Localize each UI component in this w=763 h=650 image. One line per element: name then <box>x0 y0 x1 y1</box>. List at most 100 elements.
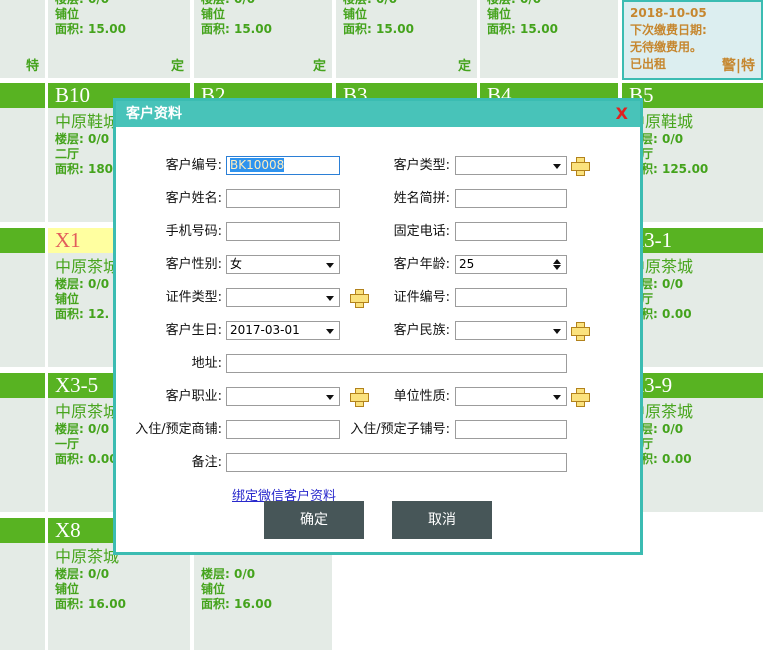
gutter-row2 <box>0 83 45 222</box>
info-line: 下次缴费日期: <box>630 22 755 39</box>
chevron-down-icon <box>553 395 561 400</box>
gutter-row3-bar <box>0 228 45 253</box>
customer-info-dialog: 客户资料 X 客户编号: BK10008 客户类型: 客户姓名: 姓名简拼: 手… <box>113 98 643 555</box>
cell-line: 面积: 16.00 <box>201 597 332 612</box>
shop-label: 入住/预定商铺: <box>116 420 222 439</box>
cell-line: 铺位 <box>55 7 190 22</box>
cell-line: 面积: 15.00 <box>55 22 190 37</box>
chevron-down-icon <box>553 164 561 169</box>
cell-line: 楼层: 0/0 <box>629 277 763 292</box>
close-icon[interactable]: X <box>616 105 628 123</box>
chevron-down-icon <box>553 329 561 334</box>
ok-button[interactable]: 确定 <box>264 501 364 539</box>
cell-line: 铺位 <box>201 582 332 597</box>
add-ethnicity-button[interactable] <box>571 322 588 339</box>
cell-line: 楼层: 0/0 <box>55 0 190 7</box>
ethnicity-select[interactable] <box>455 321 567 340</box>
cell-line: 铺位 <box>55 582 190 597</box>
customer-type-label: 客户类型: <box>266 156 450 175</box>
cell-line: 楼层: 0/0 <box>55 567 190 582</box>
shop-cell-top-2[interactable]: 楼层: 0/0 铺位 面积: 15.00 定 <box>194 0 332 78</box>
customer-no-label: 客户编号: <box>116 156 222 175</box>
cell-line: 楼层: 0/0 <box>629 132 763 147</box>
shop-cell-top-1[interactable]: 楼层: 0/0 铺位 面积: 15.00 定 <box>48 0 190 78</box>
gutter-row1: 特 <box>0 0 45 78</box>
id-no-input[interactable] <box>455 288 567 307</box>
id-type-label: 证件类型: <box>116 288 222 307</box>
occupation-label: 客户职业: <box>116 387 222 406</box>
spinner-up-icon[interactable] <box>553 259 561 264</box>
cell-line: 面积: 125.00 <box>629 162 763 177</box>
shop-cell-top-3[interactable]: 楼层: 0/0 铺位 面积: 15.00 定 <box>336 0 477 78</box>
cell-line: 面积: 15.00 <box>201 22 332 37</box>
address-label: 地址: <box>116 354 222 373</box>
cell-line: 楼层: 0/0 <box>201 0 332 7</box>
ethnicity-label: 客户民族: <box>266 321 450 340</box>
cancel-button[interactable]: 取消 <box>392 501 492 539</box>
customer-type-select[interactable] <box>455 156 567 175</box>
cell-line: 楼层: 0/0 <box>487 0 618 7</box>
cell-status: 定 <box>458 55 471 74</box>
spinner-down-icon[interactable] <box>553 265 561 270</box>
phone-label: 固定电话: <box>266 222 450 241</box>
info-line: 无待缴费用。 <box>630 39 755 56</box>
gutter-row3 <box>0 228 45 367</box>
cell-line: 面积: 15.00 <box>343 22 477 37</box>
cell-line: 铺位 <box>343 7 477 22</box>
remark-label: 备注: <box>116 453 222 472</box>
alert-badge: 警|特 <box>722 55 755 75</box>
name-pinyin-label: 姓名简拼: <box>266 189 450 208</box>
sub-shop-label: 入住/预定子铺号: <box>266 420 450 439</box>
app-stage: 特 楼层: 0/0 铺位 面积: 15.00 定 楼层: 0/0 铺位 面积: … <box>0 0 763 650</box>
add-unit-nature-button[interactable] <box>571 388 588 405</box>
cell-line: 铺位 <box>201 7 332 22</box>
cell-line: 一厅 <box>629 292 763 307</box>
shop-cell-B5[interactable]: B5 中原鞋城 楼层: 0/0 二厅 面积: 125.00 <box>622 83 763 222</box>
cell-line: 一厅 <box>629 437 763 452</box>
cell-line: 面积: 16.00 <box>55 597 190 612</box>
shop-title: 中原鞋城 <box>629 111 763 132</box>
gutter-row4-bar <box>0 373 45 398</box>
gender-label: 客户性别: <box>116 255 222 274</box>
address-input[interactable] <box>226 354 567 373</box>
shop-id: B5 <box>622 83 763 108</box>
birthday-label: 客户生日: <box>116 321 222 340</box>
shop-id: X3-1 <box>622 228 763 253</box>
remark-input[interactable] <box>226 453 567 472</box>
shop-id: X3-9 <box>622 373 763 398</box>
shop-cell-X3-9[interactable]: X3-9 中原茶城 楼层: 0/0 一厅 面积: 0.00 <box>622 373 763 512</box>
dialog-body: 客户编号: BK10008 客户类型: 客户姓名: 姓名简拼: 手机号码: 固定… <box>116 127 640 552</box>
cell-line: 铺位 <box>487 7 618 22</box>
customer-name-label: 客户姓名: <box>116 189 222 208</box>
cell-line: 面积: 0.00 <box>629 307 763 322</box>
cell-line: 楼层: 0/0 <box>343 0 477 7</box>
age-stepper[interactable]: 25 <box>455 255 567 274</box>
age-label: 客户年龄: <box>266 255 450 274</box>
shop-cell-top-4[interactable]: 楼层: 0/0 铺位 面积: 15.00 <box>480 0 618 78</box>
dialog-title: 客户资料 <box>116 101 640 127</box>
phone-input[interactable] <box>455 222 567 241</box>
cell-line: 面积: 15.00 <box>487 22 618 37</box>
next-payment-date: 2018-10-05 <box>630 5 755 22</box>
add-customer-type-button[interactable] <box>571 157 588 174</box>
mobile-label: 手机号码: <box>116 222 222 241</box>
cell-line: 二厅 <box>629 147 763 162</box>
gutter-row4 <box>0 373 45 512</box>
sub-shop-input[interactable] <box>455 420 567 439</box>
payment-info-cell[interactable]: 2018-10-05 下次缴费日期: 无待缴费用。 已出租 警|特 <box>622 0 763 80</box>
cell-line: 面积: 0.00 <box>629 452 763 467</box>
cell-line: 楼层: 0/0 <box>629 422 763 437</box>
name-pinyin-input[interactable] <box>455 189 567 208</box>
gutter-row5 <box>0 518 45 650</box>
id-no-label: 证件编号: <box>266 288 450 307</box>
unit-nature-select[interactable] <box>455 387 567 406</box>
unit-nature-label: 单位性质: <box>266 387 450 406</box>
gutter-row2-bar <box>0 83 45 108</box>
cell-line: 楼层: 0/0 <box>201 567 332 582</box>
cell-status: 定 <box>171 55 184 74</box>
gutter-row1-label: 特 <box>26 55 39 74</box>
shop-title: 中原茶城 <box>629 401 763 422</box>
shop-title: 中原茶城 <box>629 256 763 277</box>
gutter-row5-bar <box>0 518 45 543</box>
shop-cell-X3-1[interactable]: X3-1 中原茶城 楼层: 0/0 一厅 面积: 0.00 <box>622 228 763 367</box>
